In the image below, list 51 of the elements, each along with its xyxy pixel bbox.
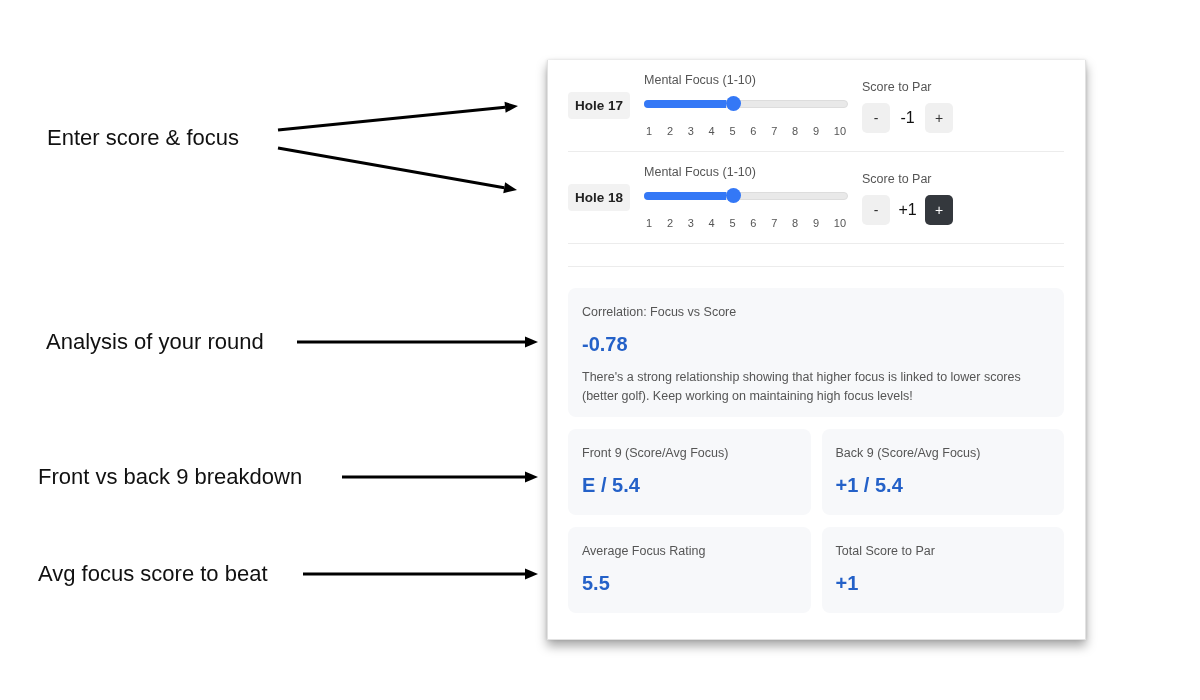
score-label: Score to Par xyxy=(862,172,933,187)
annotation-label: Avg focus score to beat xyxy=(38,561,268,587)
stat-value: 5.5 xyxy=(582,571,611,595)
tick-label: 7 xyxy=(771,123,778,139)
tick-label: 3 xyxy=(687,215,694,231)
tick-label: 4 xyxy=(708,215,715,231)
annotation-label: Enter score & focus xyxy=(47,125,239,151)
focus-label: Mental Focus (1-10) xyxy=(644,164,757,180)
slider-thumb[interactable] xyxy=(726,188,742,203)
card-title: Correlation: Focus vs Score xyxy=(582,304,738,320)
focus-label: Mental Focus (1-10) xyxy=(644,72,757,88)
decrement-button[interactable]: - xyxy=(862,103,891,133)
stat-label: Front 9 (Score/Avg Focus) xyxy=(582,445,730,461)
increment-button[interactable]: + xyxy=(925,195,954,225)
stat-label: Total Score to Par xyxy=(835,543,936,559)
tick-label: 8 xyxy=(792,215,799,231)
correlation-description: There's a strong relationship showing that higher focus is linked to lower scores (better golf). Keep working on maintaining high focus levels! xyxy=(582,369,1022,405)
tick-label: 9 xyxy=(812,215,820,231)
tick-label: 8 xyxy=(792,123,799,139)
stat-value: +1 xyxy=(835,571,860,595)
slider-track[interactable] xyxy=(644,191,849,200)
score-value: +1 xyxy=(897,201,918,219)
stat-value: E / 5.4 xyxy=(582,473,641,497)
tick-label: 2 xyxy=(666,215,673,231)
tick-label: 1 xyxy=(646,215,653,231)
tick-label: 10 xyxy=(833,215,846,231)
tick-label: 4 xyxy=(708,123,715,139)
tick-label: 9 xyxy=(812,123,820,139)
stat-label: Average Focus Rating xyxy=(582,543,707,559)
score-value: -1 xyxy=(899,109,916,127)
tick-label: 1 xyxy=(646,123,653,139)
decrement-button[interactable]: - xyxy=(862,195,891,225)
annotation-label: Analysis of your round xyxy=(46,329,264,355)
stat-value: +1 / 5.4 xyxy=(835,473,904,497)
tick-label: 6 xyxy=(750,215,757,231)
hole-badge: Hole 18 xyxy=(568,184,631,211)
increment-button[interactable]: + xyxy=(925,103,954,133)
tick-label: 7 xyxy=(771,215,778,231)
hole-badge: Hole 17 xyxy=(568,92,631,119)
tick-label: 5 xyxy=(729,215,736,231)
tick-label: 3 xyxy=(687,123,694,139)
tick-label: 5 xyxy=(729,123,736,139)
slider-track[interactable] xyxy=(644,99,849,108)
annotation-label: Front vs back 9 breakdown xyxy=(38,464,303,490)
stat-label: Back 9 (Score/Avg Focus) xyxy=(835,445,982,461)
correlation-value: -0.78 xyxy=(582,332,629,356)
tick-label: 6 xyxy=(750,123,757,139)
tick-label: 2 xyxy=(666,123,673,139)
score-label: Score to Par xyxy=(862,80,933,95)
tick-label: 10 xyxy=(833,123,846,139)
slider-thumb[interactable] xyxy=(726,96,742,111)
